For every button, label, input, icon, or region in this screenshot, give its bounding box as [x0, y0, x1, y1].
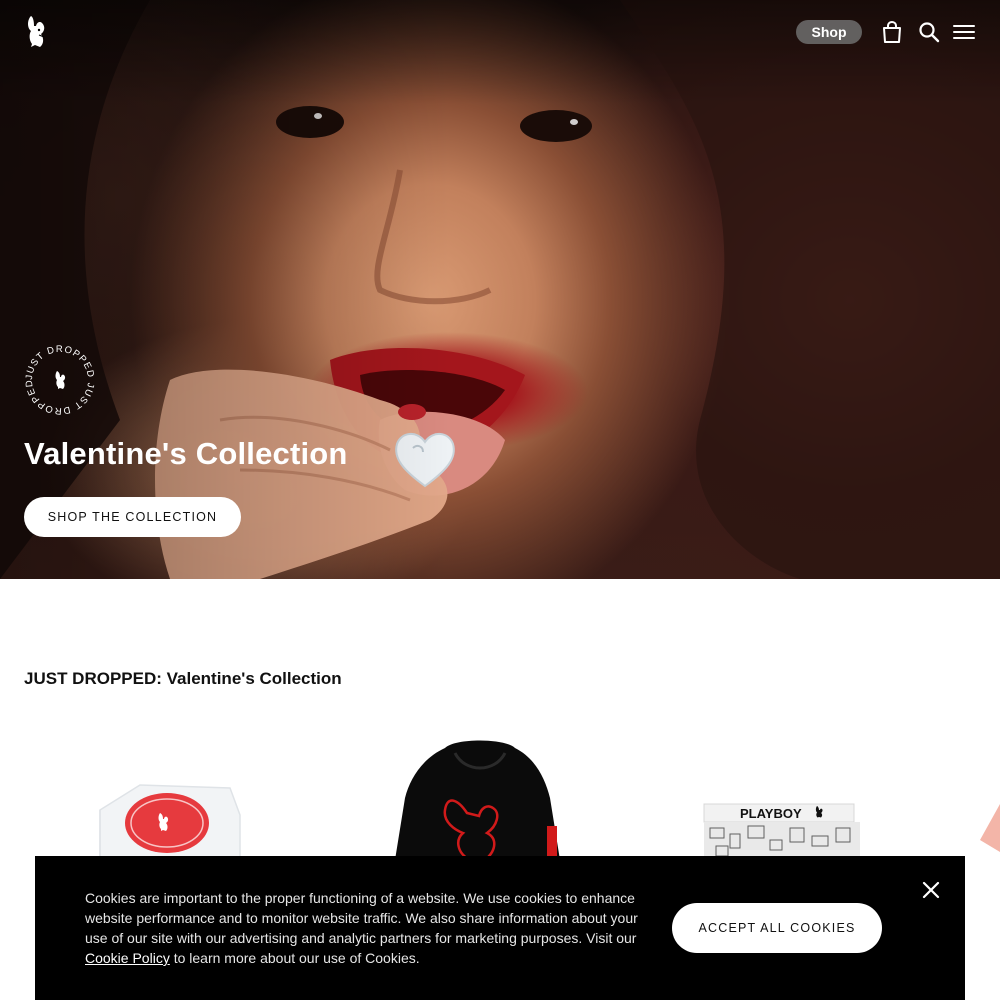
playboy-bunny-logo[interactable]: [22, 14, 48, 48]
cookie-policy-link[interactable]: Cookie Policy: [85, 950, 170, 966]
shop-button[interactable]: Shop: [796, 20, 862, 44]
bunny-icon: [55, 371, 66, 389]
shopping-bag-icon[interactable]: [880, 20, 904, 44]
printed-shorts-product[interactable]: PLAYBOY: [700, 800, 860, 860]
shop-the-collection-button[interactable]: SHOP THE COLLECTION: [24, 497, 241, 537]
cookie-text-after: to learn more about our use of Cookies.: [169, 950, 420, 966]
hero-banner[interactable]: [0, 0, 1000, 579]
candy-cube-product[interactable]: [90, 780, 250, 860]
close-icon[interactable]: [921, 880, 941, 900]
accept-all-cookies-button[interactable]: ACCEPT ALL COOKIES: [672, 903, 882, 953]
black-hoodie-product[interactable]: [385, 738, 570, 860]
partial-product[interactable]: [978, 800, 1000, 856]
cookie-text-before: Cookies are important to the proper func…: [85, 890, 638, 946]
hamburger-menu-icon[interactable]: [952, 20, 976, 44]
cookie-text: Cookies are important to the proper func…: [85, 888, 645, 968]
shorts-brand-label: PLAYBOY: [740, 806, 802, 821]
hero-overlay: [0, 0, 1000, 579]
hero-title: Valentine's Collection: [24, 436, 348, 471]
search-icon[interactable]: [917, 20, 941, 44]
section-title: JUST DROPPED: Valentine's Collection: [24, 669, 342, 688]
just-dropped-badge: JUST DROPPED JUST DROPPED: [24, 344, 95, 416]
cookie-banner: Cookies are important to the proper func…: [35, 856, 965, 1000]
